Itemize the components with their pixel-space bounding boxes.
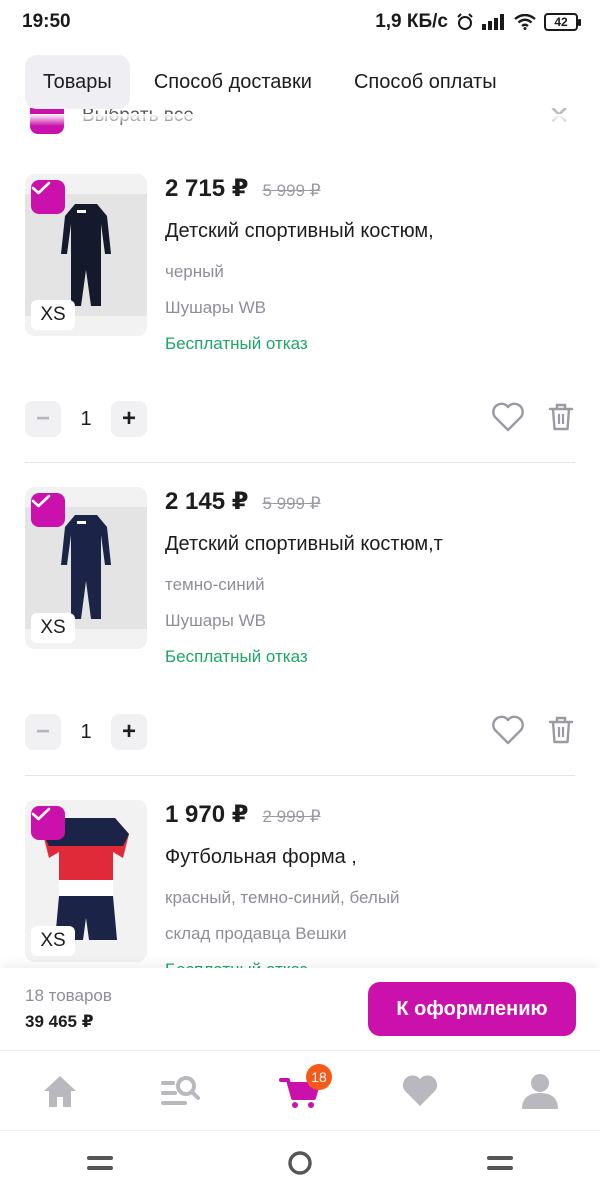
item-info: 2 715 ₽ 5 999 ₽ Детский спортивный костю… xyxy=(165,174,575,358)
item-seller: Шушары WB xyxy=(165,611,266,630)
quantity-value: 1 xyxy=(80,407,92,430)
checkout-tabs: Товары Способ доставки Способ оплаты xyxy=(0,54,600,110)
tab-delivery[interactable]: Способ доставки xyxy=(136,55,330,109)
tabs-shadow xyxy=(0,114,600,126)
bottom-nav: 18 xyxy=(0,1050,600,1130)
item-name[interactable]: Футбольная форма , xyxy=(165,846,575,874)
quantity-row: − 1 + xyxy=(25,713,575,751)
item-name[interactable]: Детский спортивный костюм, xyxy=(165,220,575,248)
quantity-row: − 1 + xyxy=(25,400,575,438)
tab-products[interactable]: Товары xyxy=(25,55,130,109)
item-old-price: 2 999 ₽ xyxy=(262,807,321,826)
item-price: 2 145 ₽ xyxy=(165,488,249,515)
profile-icon[interactable] xyxy=(510,1066,570,1116)
home-button-icon[interactable] xyxy=(287,1150,313,1181)
divider xyxy=(25,462,575,463)
item-checkbox[interactable] xyxy=(31,493,65,527)
items-count: 18 товаров xyxy=(25,986,112,1005)
product-image[interactable]: XS xyxy=(25,174,147,336)
cart-item: XS 1 970 ₽ 2 999 ₽ Футбольная форма , кр… xyxy=(25,800,575,979)
decrease-button[interactable]: − xyxy=(25,714,61,750)
checkout-bar: 18 товаров 39 465 ₽ К оформлению xyxy=(0,968,600,1050)
home-icon[interactable] xyxy=(30,1066,90,1116)
cart-icon[interactable]: 18 xyxy=(270,1063,332,1116)
item-info: 2 145 ₽ 5 999 ₽ Детский спортивный костю… xyxy=(165,487,575,671)
system-nav xyxy=(0,1130,600,1200)
item-seller: Шушары WB xyxy=(165,298,266,317)
tab-payment[interactable]: Способ оплаты xyxy=(336,55,515,109)
favorites-icon[interactable] xyxy=(390,1066,450,1116)
product-image[interactable]: XS xyxy=(25,800,147,962)
size-badge: XS xyxy=(31,926,75,956)
trash-icon[interactable] xyxy=(547,402,575,437)
size-badge: XS xyxy=(31,613,75,643)
item-price: 1 970 ₽ xyxy=(165,801,249,828)
heart-icon[interactable] xyxy=(491,715,525,750)
size-badge: XS xyxy=(31,300,75,330)
item-price: 2 715 ₽ xyxy=(165,175,249,202)
item-info: 1 970 ₽ 2 999 ₽ Футбольная форма , красн… xyxy=(165,800,575,984)
item-name[interactable]: Детский спортивный костюм,т xyxy=(165,533,575,561)
increase-button[interactable]: + xyxy=(111,401,147,437)
heart-icon[interactable] xyxy=(491,402,525,437)
divider xyxy=(25,775,575,776)
product-image[interactable]: XS xyxy=(25,487,147,649)
total-price: 39 465 ₽ xyxy=(25,1012,94,1031)
quantity-value: 1 xyxy=(80,720,92,743)
item-old-price: 5 999 ₽ xyxy=(262,181,321,200)
item-refund: Бесплатный отказ xyxy=(165,334,308,353)
battery-icon: 42 xyxy=(544,13,581,31)
status-icons: 1,9 КБ/с 42 xyxy=(375,11,581,33)
cart-item: XS 2 145 ₽ 5 999 ₽ Детский спортивный ко… xyxy=(25,487,575,666)
increase-button[interactable]: + xyxy=(111,714,147,750)
trash-icon[interactable] xyxy=(547,715,575,750)
item-seller: склад продавца Вешки xyxy=(165,924,347,943)
item-color: темно-синий xyxy=(165,575,265,594)
item-checkbox[interactable] xyxy=(31,806,65,840)
network-speed: 1,9 КБ/с xyxy=(375,11,448,32)
wifi-icon xyxy=(514,14,536,30)
item-color: черный xyxy=(165,262,224,281)
menu-icon[interactable] xyxy=(87,1156,113,1175)
cart-badge: 18 xyxy=(306,1063,332,1090)
status-bar: 19:50 1,9 КБ/с 42 xyxy=(0,0,600,44)
catalog-search-icon[interactable] xyxy=(150,1066,210,1116)
item-color: красный, темно-синий, белый xyxy=(165,888,400,907)
item-refund: Бесплатный отказ xyxy=(165,647,308,666)
item-old-price: 5 999 ₽ xyxy=(262,494,321,513)
item-checkbox[interactable] xyxy=(31,180,65,214)
checkout-button[interactable]: К оформлению xyxy=(368,982,576,1036)
cart-item: XS 2 715 ₽ 5 999 ₽ Детский спортивный ко… xyxy=(25,174,575,353)
decrease-button[interactable]: − xyxy=(25,401,61,437)
status-time: 19:50 xyxy=(22,11,71,32)
alarm-icon xyxy=(456,13,474,31)
back-icon[interactable] xyxy=(487,1156,513,1175)
signal-icon xyxy=(482,14,506,30)
